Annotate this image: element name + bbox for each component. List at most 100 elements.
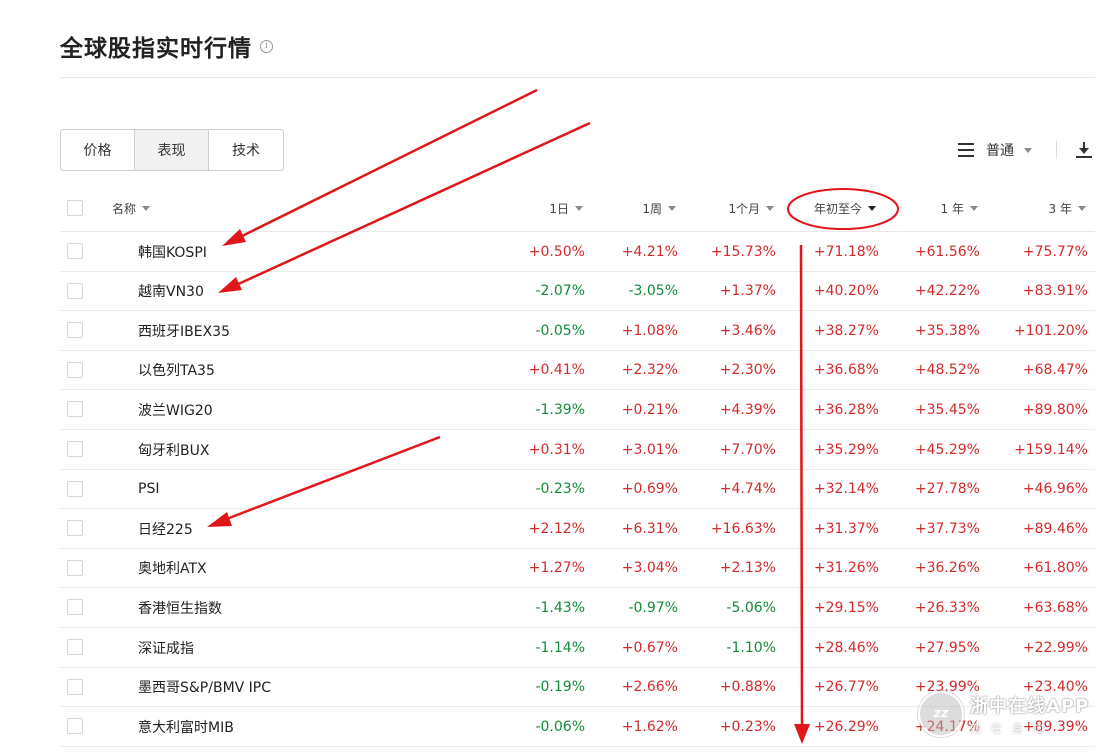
cell-m1: +4.39% [719,401,776,418]
index-name[interactable]: PSI [138,470,159,509]
cell-y1: +45.29% [914,441,980,458]
tab-performance[interactable]: 表现 [135,130,209,170]
table-row[interactable]: 深证成指 -1.14% +0.67% -1.10% +28.46% +27.95% +22.… [60,628,1095,668]
table-row[interactable]: 香港恒生指数 -1.43% -0.97% -5.06% +29.15% +26.33% +6… [60,588,1095,628]
page-header: 全球股指实时行情 i [60,28,273,64]
row-checkbox[interactable] [67,718,83,735]
cell-w1: +0.21% [621,401,678,418]
cell-y3: +61.80% [1022,560,1088,577]
row-checkbox[interactable] [67,678,83,695]
table-row[interactable]: PSI -0.23% +0.69% +4.74% +32.14% +27.78% +46.9… [60,470,1095,510]
tab-technical[interactable]: 技术 [209,130,283,170]
table-row[interactable]: 波兰WIG20 -1.39% +0.21% +4.39% +36.28% +35.45% +… [60,390,1095,430]
cell-y3: +89.46% [1022,520,1088,537]
index-name[interactable]: 意大利富时MIB [138,707,234,746]
cell-ytd: +31.37% [813,520,879,537]
cell-w1: +1.62% [621,718,678,735]
chevron-down-icon[interactable] [1024,147,1032,153]
cell-w1: -3.05% [628,283,678,300]
cell-y1: +26.33% [914,599,980,616]
column-header-1m[interactable]: 1个月 [728,192,774,225]
watermark-logo-icon: ZZ [918,691,964,737]
row-checkbox[interactable] [67,520,83,537]
table-row[interactable]: 以色列TA35 +0.41% +2.32% +2.30% +36.68% +48.52% +… [60,351,1095,391]
cell-m1: -1.10% [726,639,776,656]
cell-m1: +7.70% [719,441,776,458]
cell-m1: -5.06% [726,599,776,616]
row-checkbox[interactable] [67,639,83,655]
cell-w1: +1.08% [621,322,678,339]
cell-y3: +83.91% [1022,283,1088,300]
row-checkbox[interactable] [67,559,83,576]
index-name[interactable]: 波兰WIG20 [138,390,213,429]
cell-ytd: +29.15% [813,599,879,616]
download-icon[interactable] [1075,141,1093,159]
index-name[interactable]: 香港恒生指数 [138,588,222,627]
table-row[interactable]: 韩国KOSPI +0.50% +4.21% +15.73% +71.18% +61.56%… [60,232,1095,272]
cell-d1: +0.31% [528,441,585,458]
row-checkbox[interactable] [67,441,83,457]
column-header-name[interactable]: 名称 [112,192,151,225]
column-header-ytd[interactable]: 年初至今 [814,192,876,225]
column-header-1d[interactable]: 1日 [549,192,583,225]
index-name[interactable]: 匈牙利BUX [138,430,209,469]
cell-w1: +3.01% [621,441,678,458]
index-name[interactable]: 韩国KOSPI [138,232,207,271]
info-icon[interactable]: i [260,39,273,53]
cell-d1: -0.06% [535,718,585,735]
cell-ytd: +36.28% [813,401,879,418]
cell-ytd: +26.77% [813,679,879,696]
cell-y1: +37.73% [914,520,980,537]
index-name[interactable]: 奥地利ATX [138,549,207,588]
cell-ytd: +32.14% [813,481,879,498]
cell-y3: +68.47% [1022,362,1088,379]
table-row[interactable]: 日经225 +2.12% +6.31% +16.63% +31.37% +37.73% +8… [60,509,1095,549]
row-checkbox[interactable] [67,282,83,299]
index-name[interactable]: 越南VN30 [138,272,204,311]
cell-y3: +46.96% [1022,481,1088,498]
table-row[interactable]: 匈牙利BUX +0.31% +3.01% +7.70% +35.29% +45.29% +1… [60,430,1095,470]
cell-ytd: +36.68% [813,362,879,379]
column-header-1y[interactable]: 1 年 [941,192,978,225]
cell-w1: -0.97% [628,599,678,616]
sort-caret-icon [142,206,151,211]
cell-d1: -2.07% [535,283,585,300]
cell-y1: +35.38% [914,322,980,339]
menu-icon[interactable] [958,143,974,157]
cell-d1: +2.12% [528,520,585,537]
cell-d1: +1.27% [528,560,585,577]
index-name[interactable]: 西班牙IBEX35 [138,311,230,350]
cell-ytd: +40.20% [813,283,879,300]
row-checkbox[interactable] [67,480,83,497]
cell-w1: +0.67% [621,639,678,656]
row-checkbox[interactable] [67,322,83,339]
cell-y3: +89.80% [1022,401,1088,418]
cell-y1: +27.78% [914,481,980,498]
index-name[interactable]: 日经225 [138,509,193,548]
column-header-1w[interactable]: 1周 [642,192,676,225]
index-name[interactable]: 以色列TA35 [138,351,215,390]
table-row[interactable]: 越南VN30 -2.07% -3.05% +1.37% +40.20% +42.22% +8… [60,272,1095,312]
cell-w1: +4.21% [621,243,678,260]
row-checkbox[interactable] [67,599,83,616]
tab-price[interactable]: 价格 [61,130,135,170]
view-selector[interactable]: 普通 [986,140,1014,160]
cell-m1: +2.30% [719,362,776,379]
column-header-3y[interactable]: 3 年 [1049,192,1086,225]
cell-y1: +48.52% [914,362,980,379]
sort-caret-icon [970,206,978,211]
row-checkbox[interactable] [67,401,83,418]
cell-w1: +2.32% [621,362,678,379]
table-row[interactable]: 西班牙IBEX35 -0.05% +1.08% +3.46% +38.27% +35.38… [60,311,1095,351]
cell-d1: -0.05% [535,322,585,339]
index-name[interactable]: 墨西哥S&P/BMV IPC [138,668,271,707]
row-checkbox[interactable] [67,361,83,378]
watermark: ZZ 浙中在线APP 就在身边 [918,686,1108,742]
select-all-checkbox[interactable] [67,200,83,216]
index-name[interactable]: 深证成指 [138,628,194,667]
sort-caret-icon [668,206,676,211]
cell-y3: +75.77% [1022,243,1088,260]
row-checkbox[interactable] [67,243,83,259]
cell-ytd: +28.46% [813,639,879,656]
table-row[interactable]: 奥地利ATX +1.27% +3.04% +2.13% +31.26% +36.26% +6… [60,549,1095,589]
